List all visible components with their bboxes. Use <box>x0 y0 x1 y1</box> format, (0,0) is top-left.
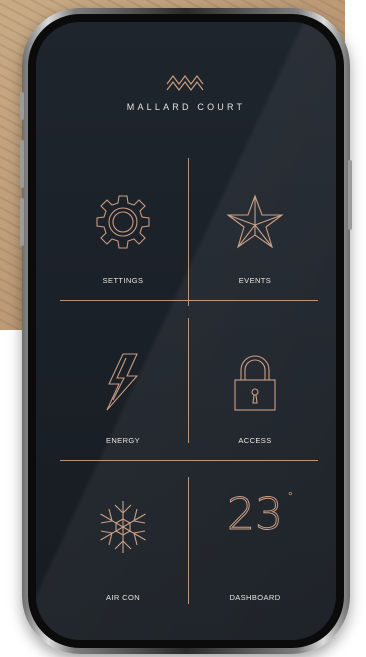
mute-switch <box>20 92 24 120</box>
tile-settings[interactable]: SETTINGS <box>58 162 188 307</box>
tile-label: AIR CON <box>105 593 141 602</box>
tile-dashboard[interactable]: 23 ° DASHBOARD <box>190 467 320 612</box>
grid-divider-vertical-3 <box>188 477 189 604</box>
temperature-value: 23 <box>227 489 284 541</box>
grid-divider-vertical-2 <box>188 318 189 443</box>
star-icon <box>226 194 284 249</box>
tile-label: ACCESS <box>238 436 272 445</box>
tile-access[interactable]: ACCESS <box>190 322 320 467</box>
grid-divider-vertical-1 <box>188 158 189 306</box>
mallard-logo-icon <box>166 75 204 91</box>
snowflake-icon <box>100 501 146 553</box>
padlock-icon <box>234 355 276 411</box>
tile-air-con[interactable]: AIR CON <box>58 467 188 612</box>
tile-label: DASHBOARD <box>229 593 281 602</box>
lightning-icon <box>106 353 139 411</box>
power-button <box>348 160 352 230</box>
tile-label: EVENTS <box>238 276 272 285</box>
tile-events[interactable]: EVENTS <box>190 162 320 307</box>
temperature-unit: ° <box>288 489 293 503</box>
brand-name: MALLARD COURT <box>126 102 246 112</box>
volume-up-button <box>20 140 24 188</box>
tile-energy[interactable]: ENERGY <box>58 322 188 467</box>
tile-label: ENERGY <box>105 436 141 445</box>
gear-icon <box>96 195 150 249</box>
tile-label: SETTINGS <box>102 276 144 285</box>
volume-down-button <box>20 198 24 246</box>
app-screen: MALLARD COURT SETTINGS EVENTS ENERGY ACC… <box>36 22 336 640</box>
